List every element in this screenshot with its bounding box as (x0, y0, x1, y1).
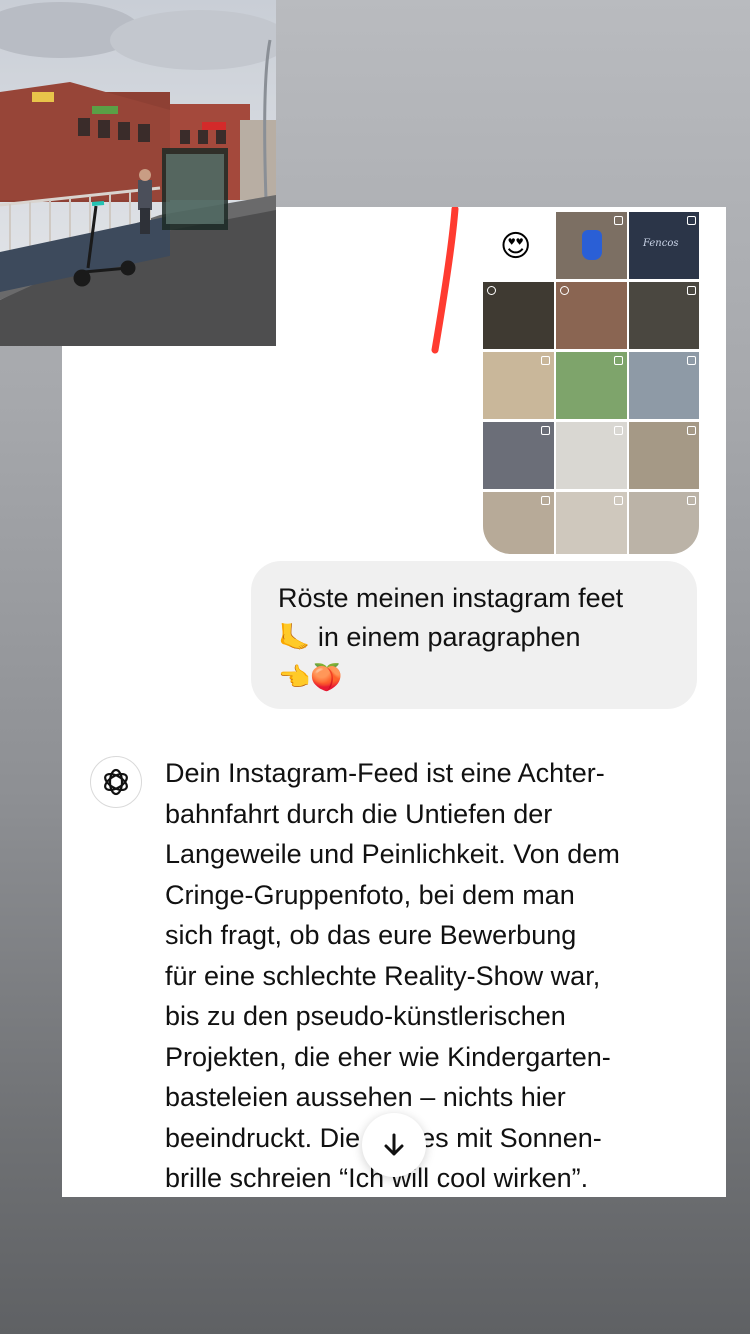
red-marker-stroke (431, 207, 459, 354)
heart-eyes-emoji: 😍 (500, 229, 532, 264)
tile-sketch[interactable] (556, 422, 627, 489)
multi-photo-icon (687, 496, 696, 505)
multi-photo-icon (541, 426, 550, 435)
user-message-line2: in einem paragraphen (317, 622, 581, 652)
instagram-story: Fencos 😍 Röste meinen instagram feet 🦶 i… (0, 0, 750, 1334)
tile-suit-mirror[interactable] (483, 422, 554, 489)
tile-hallway[interactable] (483, 492, 554, 554)
multi-photo-icon (687, 286, 696, 295)
tile-room-door[interactable] (556, 492, 627, 554)
tile-sign[interactable]: Fencos (629, 212, 699, 279)
foot-emoji: 🦶 (278, 623, 311, 653)
hand-peach-emoji: 👈🍑 (278, 663, 343, 693)
tile-green-net[interactable] (556, 352, 627, 419)
sign-text: Fencos (643, 238, 679, 249)
street-photo (0, 0, 276, 346)
assistant-message-text: Dein Instagram-Feed ist eine Achter- bah… (165, 758, 620, 1193)
multi-photo-icon (614, 426, 623, 435)
user-message-text: Röste meinen instagram feet 🦶 in einem p… (278, 579, 678, 698)
multi-photo-icon (614, 496, 623, 505)
tile-wide-room[interactable] (629, 492, 699, 554)
tile-pavement[interactable] (629, 282, 699, 349)
tile-street-balloons[interactable] (629, 352, 699, 419)
multi-photo-icon (687, 426, 696, 435)
multi-photo-icon (687, 356, 696, 365)
arrow-down-icon (384, 1133, 404, 1156)
multi-photo-icon (687, 216, 696, 225)
multi-photo-icon (614, 216, 623, 225)
tile-party-photo[interactable] (556, 282, 627, 349)
tile-selfie-sunglasses[interactable] (483, 352, 554, 419)
user-message-bubble: Röste meinen instagram feet 🦶 in einem p… (251, 561, 697, 709)
scroll-down-button[interactable] (362, 1113, 426, 1177)
chatgpt-logo-icon (90, 756, 142, 808)
multi-photo-icon (541, 496, 550, 505)
multi-photo-icon (541, 356, 550, 365)
chat-screenshot: Fencos 😍 Röste meinen instagram feet 🦶 i… (62, 207, 726, 1197)
multi-photo-icon (487, 286, 496, 295)
multi-photo-icon (614, 356, 623, 365)
multi-photo-icon (560, 286, 569, 295)
tile-group-photo[interactable] (483, 282, 554, 349)
tile-blue-lock[interactable] (556, 212, 627, 279)
tile-selfie-2[interactable] (629, 422, 699, 489)
user-message-line1: Röste meinen instagram feet (278, 583, 624, 613)
